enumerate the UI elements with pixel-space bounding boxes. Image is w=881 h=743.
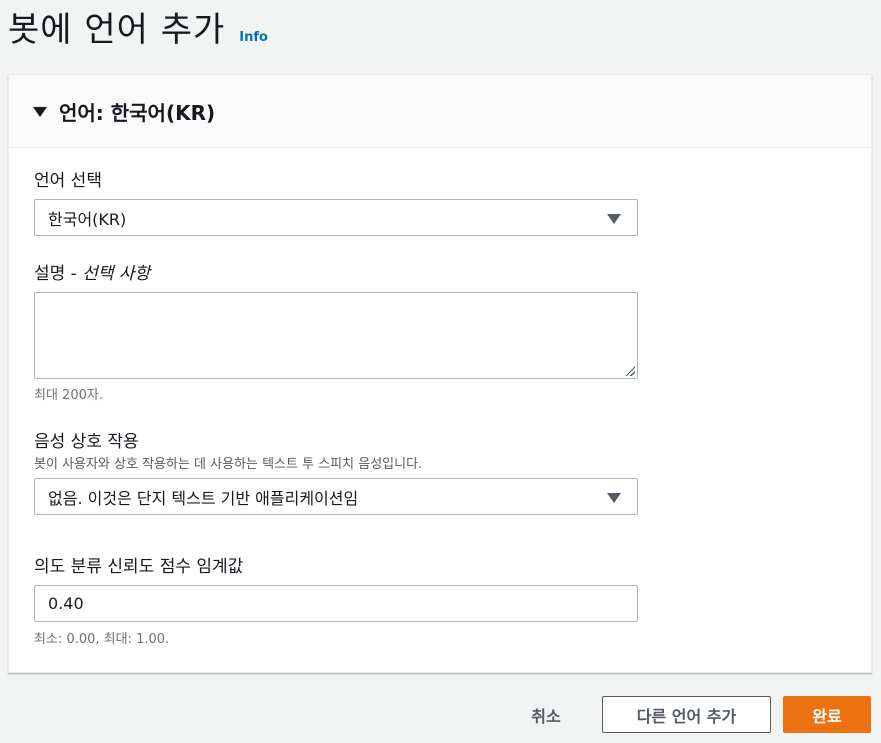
info-link[interactable]: Info	[239, 30, 268, 45]
voice-field: 음성 상호 작용 봇이 사용자와 상호 작용하는 데 사용하는 텍스트 투 스피…	[34, 427, 422, 472]
threshold-input[interactable]: 0.40	[34, 585, 638, 622]
threshold-field: 의도 분류 신뢰도 점수 임계값	[34, 552, 243, 577]
voice-select[interactable]: 없음. 이것은 단지 텍스트 기반 애플리케이션임	[34, 478, 638, 515]
add-another-language-button[interactable]: 다른 언어 추가	[602, 696, 771, 733]
caret-down-icon	[607, 214, 621, 224]
page-title: 봇에 언어 추가	[8, 10, 226, 50]
language-panel-header[interactable]: 언어: 한국어(KR)	[9, 75, 871, 148]
threshold-value: 0.40	[48, 594, 84, 613]
voice-description: 봇이 사용자와 상호 작용하는 데 사용하는 텍스트 투 스피치 음성입니다.	[34, 457, 423, 472]
description-textarea[interactable]	[34, 292, 638, 379]
description-label: 설명 - 선택 사항	[34, 259, 150, 284]
done-button[interactable]: 완료	[783, 696, 871, 733]
threshold-label: 의도 분류 신뢰도 점수 임계값	[34, 557, 244, 577]
threshold-hint: 최소: 0.00, 최대: 1.00.	[34, 632, 170, 647]
resize-grip-icon[interactable]	[626, 367, 635, 376]
language-select[interactable]: 한국어(KR)	[34, 199, 638, 236]
page-header: 봇에 언어 추가 Info	[8, 2, 268, 58]
cancel-button[interactable]: 취소	[515, 696, 577, 733]
language-select-value: 한국어(KR)	[48, 209, 127, 229]
caret-down-icon	[607, 493, 621, 503]
description-label-text: 설명 -	[34, 264, 83, 284]
language-select-field: 언어 선택	[34, 166, 102, 191]
description-field: 설명 - 선택 사항	[34, 259, 150, 284]
description-optional-text: 선택 사항	[82, 264, 151, 284]
caret-down-icon	[33, 107, 47, 117]
description-hint: 최대 200자.	[34, 388, 103, 403]
language-panel: 언어: 한국어(KR) 언어 선택 한국어(KR) 설명 - 선택 사항 최대 …	[8, 74, 872, 673]
language-panel-title: 언어: 한국어(KR)	[59, 100, 216, 125]
language-select-label: 언어 선택	[34, 171, 102, 191]
voice-select-value: 없음. 이것은 단지 텍스트 기반 애플리케이션임	[48, 488, 359, 508]
voice-label: 음성 상호 작용	[34, 432, 139, 452]
